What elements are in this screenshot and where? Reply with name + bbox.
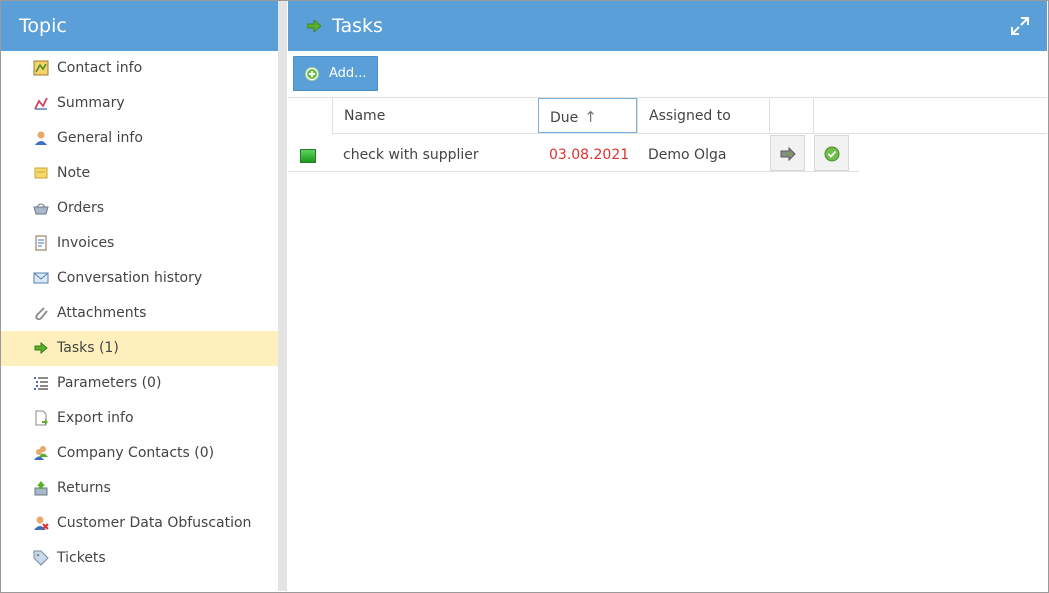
assigned-column-header[interactable]: Assigned to [637, 98, 769, 134]
table-row[interactable]: check with supplier 03.08.2021 Demo Olga [288, 135, 859, 172]
sidebar-item-customer-data-obfuscation[interactable]: Customer Data Obfuscation [1, 506, 278, 541]
sidebar-item-company-contacts[interactable]: Company Contacts (0) [1, 436, 278, 471]
task-due-date: 03.08.2021 [549, 147, 630, 163]
sidebar-item-note[interactable]: Note [1, 156, 278, 191]
tasks-grid-header: Name Due ↑ Assigned to [288, 97, 1047, 134]
person-remove-icon [34, 516, 49, 530]
sidebar-item-tasks[interactable]: Tasks (1) [1, 331, 278, 366]
sort-ascending-icon: ↑ [584, 108, 597, 126]
sidebar-item-label: Conversation history [57, 270, 203, 286]
forward-task-button[interactable] [770, 135, 805, 171]
task-name: check with supplier [343, 147, 479, 163]
person-icon [35, 131, 47, 145]
sidebar-item-parameters[interactable]: Parameters (0) [1, 366, 278, 401]
sidebar-item-label: Contact info [57, 60, 143, 76]
name-column-header[interactable]: Name [332, 98, 538, 134]
panel-splitter[interactable] [278, 1, 287, 591]
sidebar-item-general-info[interactable]: General info [1, 121, 278, 156]
tag-icon [33, 550, 49, 566]
envelope-icon [33, 272, 49, 284]
basket-icon [33, 203, 49, 215]
sidebar-item-label: General info [57, 130, 143, 146]
plus-icon [305, 67, 319, 81]
status-column-header [288, 98, 332, 134]
task-status-indicator [300, 149, 316, 163]
sidebar-item-label: Tickets [57, 550, 106, 566]
chart-icon [34, 97, 48, 110]
sidebar-item-label: Attachments [57, 305, 147, 321]
return-icon [34, 481, 48, 496]
task-assignee: Demo Olga [648, 147, 727, 163]
sidebar-item-label: Export info [57, 410, 134, 426]
sidebar-item-export-info[interactable]: Export info [1, 401, 278, 436]
sidebar-item-conversation-history[interactable]: Conversation history [1, 261, 278, 296]
sidebar-item-returns[interactable]: Returns [1, 471, 278, 506]
forward-icon [780, 146, 796, 162]
action-column-header [769, 98, 813, 134]
sidebar-item-contact-info[interactable]: Contact info [1, 51, 278, 86]
sidebar-item-label: Tasks (1) [57, 340, 119, 356]
add-button-label: Add... [329, 66, 367, 81]
invoice-icon [35, 235, 47, 251]
sidebar-item-orders[interactable]: Orders [1, 191, 278, 226]
export-icon [35, 410, 48, 426]
arrow-right-icon [34, 341, 48, 355]
add-task-button[interactable]: Add... [293, 56, 378, 91]
expand-icon[interactable] [1011, 17, 1029, 35]
sidebar-item-tickets[interactable]: Tickets [1, 541, 278, 576]
toolbar: Add... [288, 51, 1047, 97]
contact-card-icon [33, 60, 49, 76]
sidebar-list: Contact info Summary General info Note O… [1, 51, 278, 576]
sidebar-item-label: Summary [57, 95, 125, 111]
list-icon [34, 377, 48, 390]
due-column-header[interactable]: Due ↑ [538, 98, 637, 133]
sidebar-item-invoices[interactable]: Invoices [1, 226, 278, 261]
column-label: Due [550, 110, 579, 126]
sidebar-item-summary[interactable]: Summary [1, 86, 278, 121]
column-label: Assigned to [649, 108, 731, 124]
sidebar-item-label: Returns [57, 480, 111, 496]
panel-header: Tasks [288, 1, 1047, 51]
tasks-panel: Tasks Add... Name Due ↑ Assigned to check… [288, 1, 1047, 591]
sidebar-title: Topic [1, 1, 278, 51]
sidebar-item-attachments[interactable]: Attachments [1, 296, 278, 331]
paperclip-icon [35, 307, 48, 321]
panel-title: Tasks [332, 15, 383, 37]
people-icon [34, 446, 48, 460]
sidebar-item-label: Customer Data Obfuscation [57, 515, 252, 531]
sidebar-item-label: Orders [57, 200, 105, 216]
topic-sidebar: Topic Contact info Summary General info … [1, 1, 278, 591]
sidebar-item-label: Parameters (0) [57, 375, 162, 391]
check-circle-icon [824, 146, 840, 162]
column-label: Name [344, 108, 386, 124]
complete-task-button[interactable] [814, 135, 849, 171]
sidebar-item-label: Note [57, 165, 91, 181]
sidebar-item-label: Company Contacts (0) [57, 445, 215, 461]
action-column-header [813, 98, 1047, 134]
sidebar-item-label: Invoices [57, 235, 115, 251]
arrow-right-icon [307, 20, 321, 32]
note-icon [34, 167, 48, 179]
